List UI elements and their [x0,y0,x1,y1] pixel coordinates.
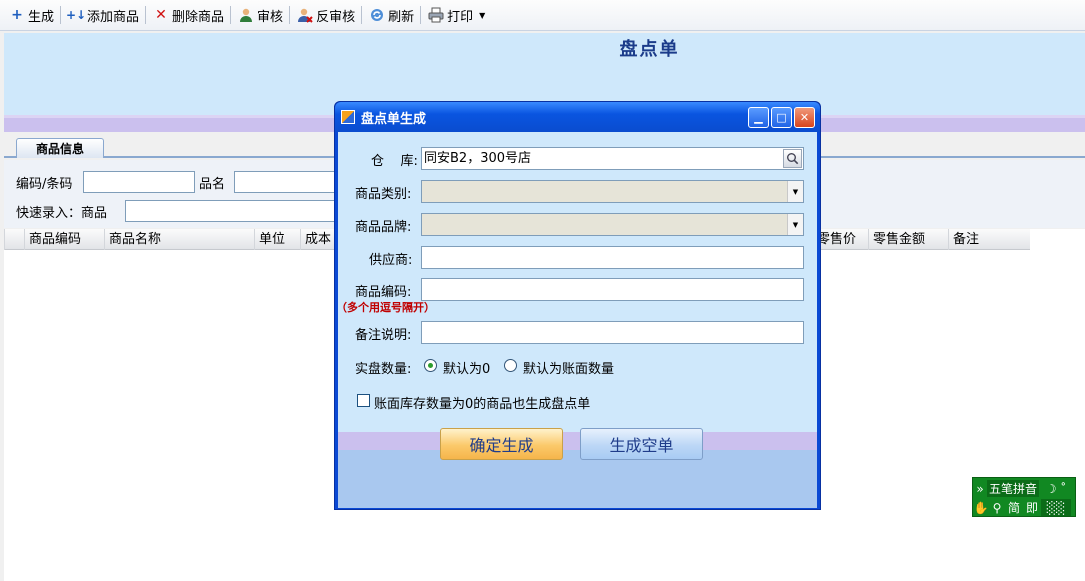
qty-zero-label[interactable]: 默认为0 [443,358,490,377]
qty-label: 实盘数量: [355,362,412,377]
add-item-button[interactable]: +↓ 添加商品 [63,3,143,27]
dialog-footer [338,450,817,508]
grid-row-indicator-header [4,229,24,250]
category-select[interactable]: ▼ [421,180,804,203]
generate-empty-button[interactable]: 生成空单 [580,428,703,460]
refresh-icon [368,6,386,24]
toolbar-separator [361,6,363,24]
magnifier-icon [787,153,799,165]
warehouse-value: 同安B2，300号店 [424,151,532,166]
qty-book-radio[interactable] [504,359,517,372]
generate-dialog: 盘点单生成 ▁ □ ✕ 仓 库: 同安B2，300号店 商品类别: ▼ 商品品牌… [334,101,821,510]
name-filter-input[interactable] [234,171,338,193]
column-header[interactable]: 单位 [254,229,300,250]
ime-toolbar: » 五笔拼音 ☽ ˚ ✋ ⚲ 简 即 ░░ [972,477,1076,517]
supplier-input[interactable] [421,246,804,269]
zero-stock-label[interactable]: 账面库存数量为0的商品也生成盘点单 [374,393,590,412]
main-toolbar: + 生成 +↓ 添加商品 ✕ 删除商品 审核 反审核 刷新 打印 ▼ [0,0,1085,31]
code-label: 商品编码: [355,285,412,300]
warehouse-label: 仓 库: [371,154,418,169]
chevron-down-icon[interactable]: ▼ [787,181,803,202]
column-header[interactable]: 商品编码 [24,229,104,250]
dialog-body: 仓 库: 同安B2，300号店 商品类别: ▼ 商品品牌: ▼ 供应商: 商品编… [336,132,817,508]
toolbar-separator [420,6,422,24]
close-icon: ✕ [799,111,810,124]
ime-row-top: » 五笔拼音 ☽ ˚ [973,479,1073,498]
remark-input[interactable] [421,321,804,344]
supplier-label: 供应商: [369,253,413,268]
name-filter-label: 品名 [199,177,226,192]
toolbar-separator [60,6,62,24]
user-reject-icon [296,6,314,24]
category-label: 商品类别: [355,187,412,202]
code-filter-input[interactable] [83,171,195,193]
user-approve-icon [237,6,255,24]
approve-label: 审核 [257,9,284,25]
delete-icon: ✕ [155,7,167,23]
qty-zero-radio[interactable] [424,359,437,372]
toolbar-separator [230,6,232,24]
brand-label: 商品品牌: [355,220,412,235]
ime-toggle-icon[interactable]: » [973,480,987,497]
app-icon [341,110,355,124]
print-label: 打印 [447,9,474,25]
tab-goods-info[interactable]: 商品信息 [16,138,104,158]
add-item-icon: +↓ [65,8,87,22]
ime-moon-icon[interactable]: ☽ ˚ [1039,480,1073,497]
quick-entry-label: 快速录入：商品 [16,206,108,221]
hand-icon[interactable]: ✋ [973,499,989,516]
toolbar-separator [145,6,147,24]
delete-item-label: 删除商品 [172,9,225,25]
code-input[interactable] [421,278,804,301]
brand-select[interactable]: ▼ [421,213,804,236]
code-hint: （多个用逗号隔开） [336,301,435,314]
close-button[interactable]: ✕ [794,107,815,128]
column-header[interactable]: 零售金额 [868,229,948,250]
dialog-band [338,432,817,450]
print-button[interactable]: 打印 ▼ [423,3,489,27]
ime-row-bottom: ✋ ⚲ 简 即 ░░ [973,498,1071,517]
approve-button[interactable]: 审核 [233,3,287,27]
ime-keyboard-icon[interactable]: ░░ [1041,499,1071,516]
column-header[interactable]: 商品名称 [104,229,254,250]
chevron-down-icon[interactable]: ▼ [479,11,485,20]
delete-item-button[interactable]: ✕ 删除商品 [148,3,228,27]
toolbar-separator [289,6,291,24]
dialog-titlebar[interactable]: 盘点单生成 ▁ □ ✕ [335,102,820,132]
refresh-button[interactable]: 刷新 [364,3,418,27]
generate-label: 生成 [28,9,55,25]
minimize-button[interactable]: ▁ [748,107,769,128]
add-item-label: 添加商品 [87,9,140,25]
chevron-down-icon[interactable]: ▼ [787,214,803,235]
remark-label: 备注说明: [355,328,412,343]
plus-icon: + [11,7,23,23]
ime-extra[interactable]: 即 [1023,499,1041,516]
refresh-label: 刷新 [388,9,415,25]
code-filter-label: 编码/条码 [16,177,73,192]
ime-name[interactable]: 五笔拼音 [987,480,1040,497]
generate-button[interactable]: + 生成 [4,3,58,27]
maximize-icon: □ [776,111,787,124]
zero-stock-checkbox[interactable] [357,394,370,407]
minimize-icon: ▁ [754,111,763,124]
warehouse-lookup-button[interactable] [783,149,802,168]
ime-mode[interactable]: 简 [1005,499,1023,516]
qty-book-label[interactable]: 默认为账面数量 [523,358,614,377]
page-title: 盘点单 [619,39,680,60]
search-icon[interactable]: ⚲ [989,499,1005,516]
warehouse-field[interactable]: 同安B2，300号店 [421,147,804,170]
unapprove-button[interactable]: 反审核 [292,3,359,27]
printer-icon [427,6,445,24]
dialog-title: 盘点单生成 [361,111,427,127]
confirm-generate-button[interactable]: 确定生成 [440,428,563,460]
quick-entry-input[interactable] [125,200,338,222]
maximize-button[interactable]: □ [771,107,792,128]
unapprove-label: 反审核 [316,9,356,25]
column-header[interactable]: 备注 [948,229,1030,250]
